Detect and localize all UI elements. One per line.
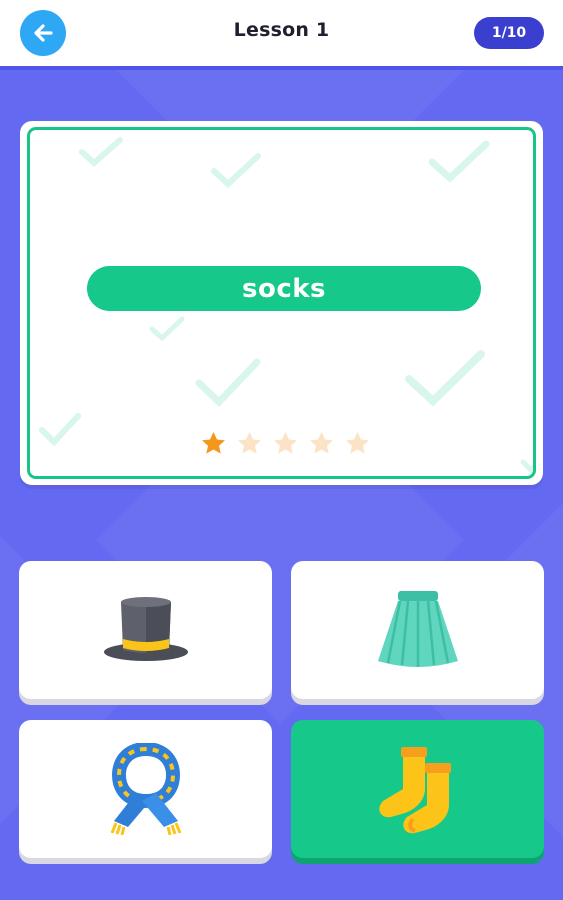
- star-icon-filled: [202, 432, 225, 454]
- decorative-check-icon: [195, 358, 261, 407]
- top-bar: Lesson 1 1/10: [0, 0, 563, 70]
- socks-icon: [378, 747, 451, 834]
- target-word: socks: [87, 266, 481, 311]
- skirt-icon: [377, 591, 458, 667]
- scarf-icon: [110, 743, 181, 835]
- decorative-check-icon: [520, 459, 533, 474]
- decorative-check-icon: [428, 140, 490, 183]
- decorative-check-icon: [79, 137, 123, 168]
- top-hat-icon: [103, 597, 188, 661]
- word-card: socks: [20, 121, 543, 485]
- star-icon-empty: [346, 432, 369, 454]
- star-icon-empty: [310, 432, 333, 454]
- option-skirt[interactable]: [291, 561, 544, 699]
- progress-badge: 1/10: [474, 17, 544, 49]
- option-socks[interactable]: [291, 720, 544, 858]
- option-top-hat[interactable]: [19, 561, 272, 699]
- star-icon-empty: [238, 432, 261, 454]
- decorative-check-icon: [149, 316, 185, 342]
- decorative-check-icon: [211, 153, 261, 189]
- decorative-check-icon: [405, 350, 485, 407]
- word-card-border: socks: [27, 127, 536, 479]
- star-icon-empty: [274, 432, 297, 454]
- decorative-check-icon: [39, 413, 81, 447]
- star-rating: [200, 430, 371, 458]
- option-scarf[interactable]: [19, 720, 272, 858]
